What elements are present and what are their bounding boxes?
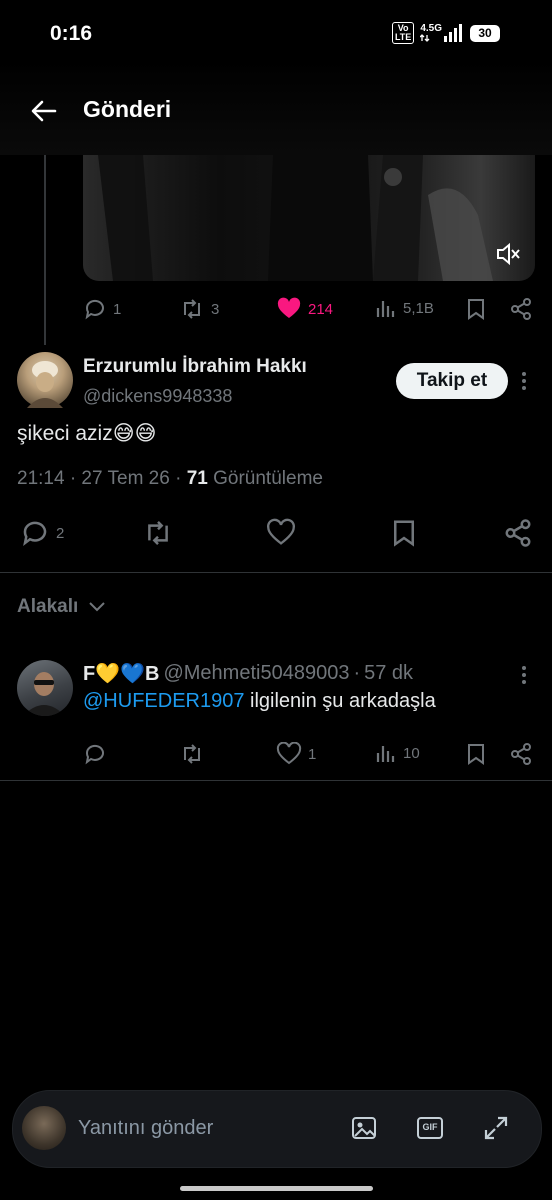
reply-author-handle[interactable]: @Mehmeti50489003	[163, 662, 349, 685]
tweet-time: 21:14 · 27 Tem 26 ·	[17, 468, 187, 489]
more-vertical-icon	[522, 372, 526, 390]
reply-icon	[85, 744, 104, 765]
bookmark-action[interactable]	[465, 742, 487, 766]
video-thumbnail[interactable]	[83, 155, 535, 281]
reply-icon	[23, 521, 47, 546]
share-icon	[511, 743, 531, 765]
views-count: 10	[403, 744, 420, 762]
network-type: 4.5G	[420, 23, 442, 34]
expand-icon	[484, 1116, 508, 1140]
like-action[interactable]: 214	[276, 297, 333, 321]
back-button[interactable]	[28, 96, 60, 126]
thread-line	[44, 155, 46, 345]
reply-input[interactable]	[78, 1112, 328, 1144]
signal-bars-icon	[444, 24, 462, 42]
views-number: 71	[186, 468, 208, 489]
heart-icon	[276, 742, 302, 765]
volume-muted-icon	[497, 242, 520, 266]
more-vertical-icon	[522, 666, 526, 684]
mention-link[interactable]: @HUFEDER1907	[83, 690, 244, 712]
avatar-portrait	[23, 672, 65, 716]
home-indicator	[180, 1186, 373, 1191]
mute-toggle-button[interactable]	[494, 240, 522, 268]
retweet-action[interactable]	[179, 742, 205, 766]
arrow-left-icon	[31, 100, 57, 122]
views-icon	[376, 301, 395, 317]
author-handle[interactable]: @dickens9948338	[83, 386, 232, 407]
volte-icon: Vo LTE	[391, 22, 415, 44]
add-image-button[interactable]	[350, 1114, 378, 1142]
retweet-action[interactable]	[142, 518, 174, 548]
reply-body: ilgilenin şu arkadaşla	[244, 690, 436, 712]
share-action[interactable]	[503, 518, 533, 548]
divider	[0, 780, 552, 781]
retweet-icon	[148, 521, 168, 545]
share-action[interactable]	[509, 742, 533, 766]
views-action[interactable]: 5,1B	[375, 297, 434, 319]
like-action[interactable]	[266, 518, 296, 548]
reply-text: @HUFEDER1907 ilgilenin şu arkadaşla	[83, 690, 436, 713]
retweet-action[interactable]: 3	[179, 297, 219, 321]
battery-icon: 30	[470, 24, 500, 42]
views-icon	[376, 746, 395, 762]
bookmark-icon	[468, 299, 484, 320]
views-count: 5,1B	[403, 299, 434, 317]
more-options-button[interactable]	[514, 662, 534, 688]
bookmark-icon	[394, 520, 414, 547]
gif-label: GIF	[422, 1122, 438, 1132]
retweet-count: 3	[211, 300, 220, 318]
share-action[interactable]	[509, 297, 533, 321]
signal-indicator: 4.5G	[420, 24, 464, 42]
heart-filled-icon	[277, 297, 301, 318]
views-action[interactable]: 10	[375, 742, 420, 764]
author-name[interactable]: Erzurumlu İbrahim Hakkı	[83, 356, 307, 378]
chevron-down-icon	[89, 602, 105, 612]
status-icons: Vo LTE 4.5G 30	[391, 22, 500, 44]
data-arrows-icon	[420, 34, 430, 42]
avatar[interactable]	[17, 352, 73, 408]
reply-author-name[interactable]: F💛💙B	[83, 661, 159, 686]
share-icon	[505, 519, 531, 547]
page-title: Gönderi	[83, 96, 172, 122]
retweet-icon	[184, 299, 200, 319]
tweet-meta: 21:14 · 27 Tem 26 · 71 Görüntüleme	[17, 468, 323, 490]
reply-action[interactable]	[83, 742, 107, 766]
bookmark-action[interactable]	[465, 297, 487, 321]
tweet-text: şikeci aziz😅😅	[17, 422, 157, 445]
bookmark-icon	[468, 744, 484, 765]
image-icon	[352, 1117, 376, 1139]
separator-dot: ·	[353, 662, 361, 684]
expand-button[interactable]	[482, 1114, 510, 1142]
video-frame	[98, 155, 493, 281]
more-options-button[interactable]	[514, 368, 534, 394]
related-label: Alakalı	[17, 596, 79, 617]
reply-icon	[85, 299, 104, 320]
avatar-portrait	[27, 361, 63, 408]
reply-header: F💛💙B @Mehmeti50489003 · 57 dk	[83, 661, 413, 686]
divider	[0, 572, 552, 573]
follow-button[interactable]: Takip et	[396, 363, 508, 399]
like-action[interactable]: 1	[276, 742, 316, 766]
retweet-icon	[184, 744, 200, 764]
reply-avatar[interactable]	[17, 660, 73, 716]
add-gif-button[interactable]: GIF	[416, 1114, 444, 1142]
reply-action[interactable]: 2	[20, 518, 64, 548]
like-count: 214	[308, 300, 334, 318]
my-avatar	[22, 1106, 66, 1150]
reply-time: 57 dk	[364, 662, 414, 684]
reply-count: 2	[56, 524, 65, 542]
status-time: 0:16	[50, 22, 93, 45]
heart-icon	[267, 518, 295, 545]
like-count: 1	[308, 745, 317, 763]
reply-count: 1	[113, 300, 122, 318]
share-icon	[511, 298, 531, 320]
reply-action[interactable]: 1	[83, 297, 121, 321]
related-dropdown[interactable]: Alakalı	[17, 596, 106, 618]
views-label: Görüntüleme	[207, 468, 323, 489]
bookmark-action[interactable]	[390, 518, 418, 548]
